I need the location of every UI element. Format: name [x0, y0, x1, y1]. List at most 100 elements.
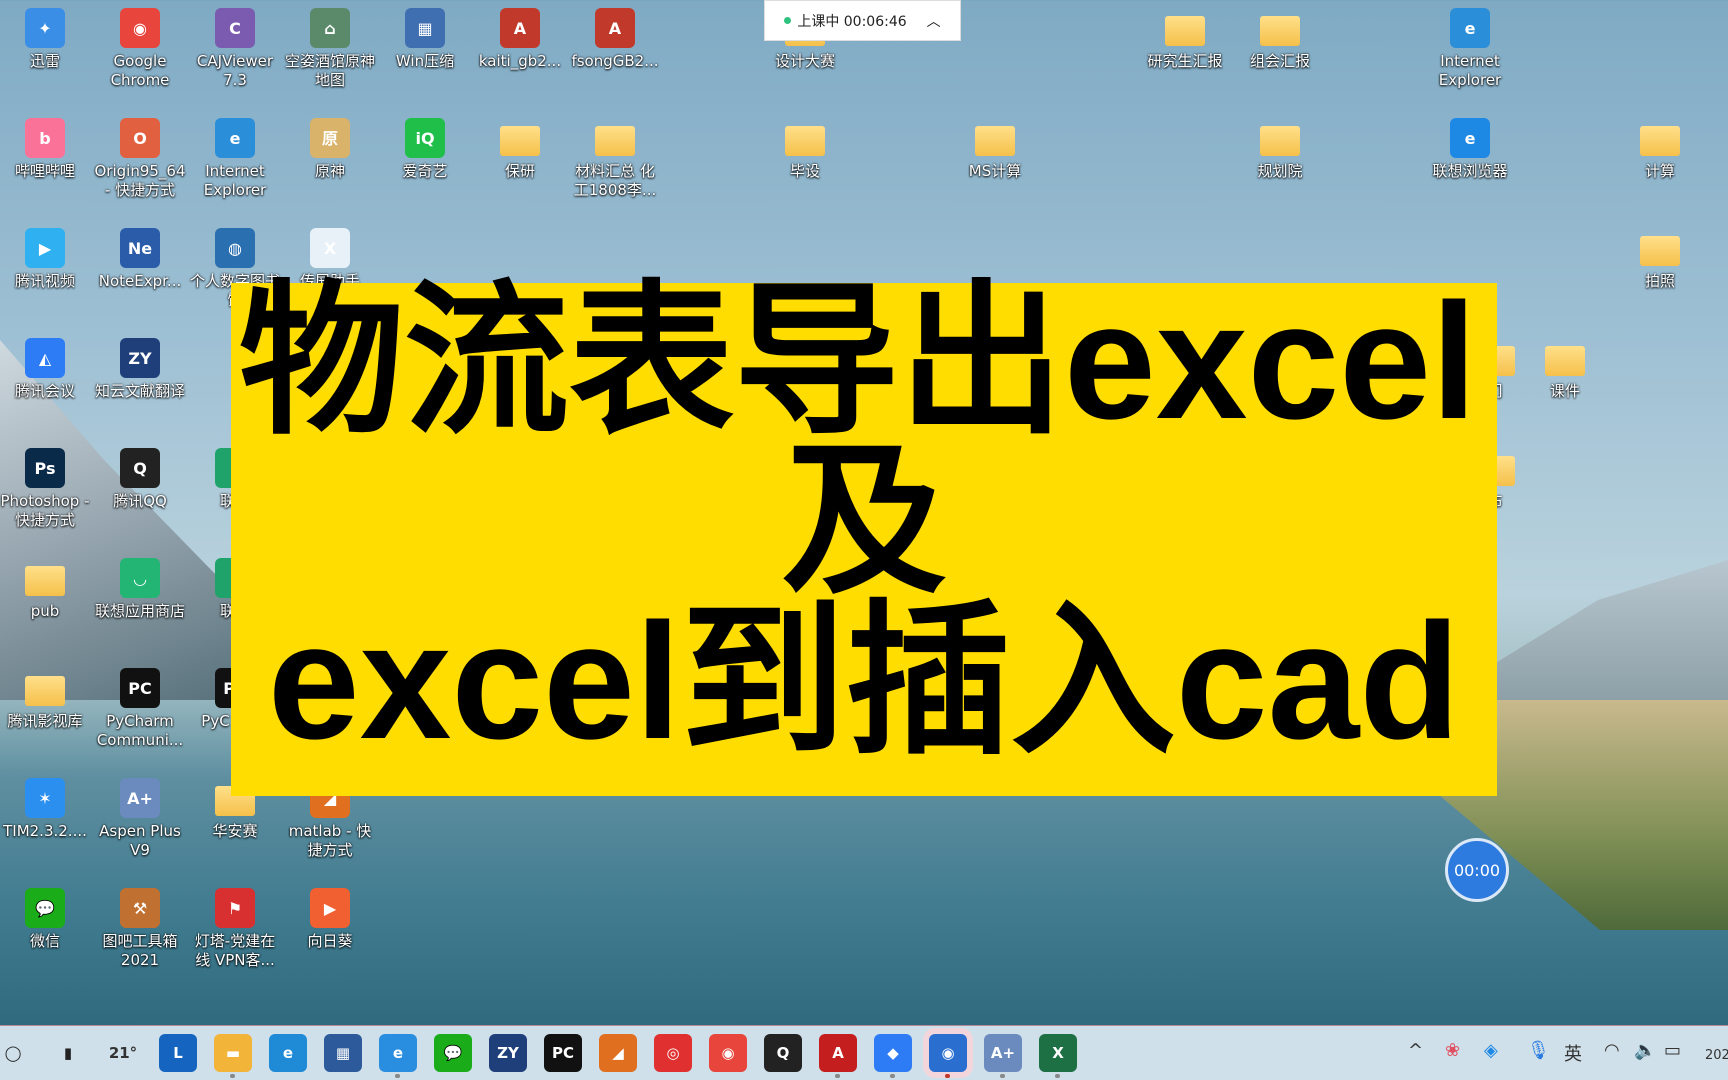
desktop-icon[interactable]: ◉ Google Chrome — [93, 8, 187, 90]
app-icon: e — [1450, 118, 1490, 158]
desktop-icon[interactable]: ▶ 腾讯视频 — [0, 228, 92, 291]
title-banner: 物流表导出excel 及 excel到插入cad — [231, 279, 1497, 796]
folder-icon — [595, 126, 635, 156]
desktop-icon[interactable]: AfsongGB2... — [568, 8, 662, 71]
desktop-icon[interactable]: O Origin95_64 - 快捷方式 — [93, 118, 187, 200]
desktop-icon[interactable]: ✦ 迅雷 — [0, 8, 92, 71]
desktop-icon[interactable]: 保研 — [473, 118, 567, 181]
desktop-icon[interactable]: ◡ 联想应用商店 — [93, 558, 187, 621]
battery-icon[interactable]: ▭ — [1664, 1040, 1681, 1061]
microphone-icon[interactable]: 🎙 — [1527, 1040, 1550, 1061]
desktop-icon-label: 向日葵 — [307, 932, 353, 950]
taskbar-glyph: e — [282, 1044, 294, 1062]
folder-icon — [1165, 16, 1205, 46]
taskbar-qq-icon[interactable]: Q — [764, 1034, 802, 1072]
app-icon: O — [120, 118, 160, 158]
folder-icon — [975, 126, 1015, 156]
taskbar-glyph: ◢ — [612, 1044, 624, 1062]
desktop-icon-label: 腾讯QQ — [113, 492, 167, 510]
taskbar-classroom-icon[interactable]: ◉ — [929, 1034, 967, 1078]
desktop-icon[interactable]: 腾讯影视库 — [0, 668, 92, 731]
desktop-icon[interactable]: Ps Photoshop - 快捷方式 — [0, 448, 92, 530]
tray-app-icon[interactable]: ❀ — [1445, 1040, 1460, 1061]
desktop-icon[interactable]: ◭ 腾讯会议 — [0, 338, 92, 401]
desktop-icon[interactable]: Ne NoteExpr... — [93, 228, 187, 291]
taskbar-file-explorer-icon[interactable]: ▬ — [214, 1034, 252, 1078]
desktop-icon-label: 腾讯视频 — [14, 272, 75, 290]
desktop-icon-label: NoteExpr... — [98, 272, 182, 290]
desktop-icon[interactable]: iQ 爱奇艺 — [378, 118, 472, 181]
desktop-icon[interactable]: 组会汇报 — [1233, 8, 1327, 71]
desktop-icon[interactable]: e 联想浏览器 — [1423, 118, 1517, 181]
taskbar-lenovo-icon[interactable]: L — [159, 1034, 197, 1072]
desktop-icon[interactable]: e Internet Explorer — [1423, 8, 1517, 90]
desktop-icon[interactable]: 研究生汇报 — [1138, 8, 1232, 71]
clock[interactable]: 202 — [1705, 1048, 1728, 1063]
taskbar-glyph: ▮ — [63, 1044, 73, 1062]
timer-button[interactable]: 00:00 — [1445, 838, 1509, 902]
recording-status-pill[interactable]: 上课中 00:06:46 ︿ — [764, 0, 961, 41]
taskbar-glyph: A — [832, 1044, 844, 1062]
desktop-icon[interactable]: pub — [0, 558, 92, 621]
chevron-up-icon[interactable]: ︿ — [927, 11, 941, 31]
desktop-icon[interactable]: 课件 — [1518, 338, 1612, 401]
taskbar-excel-icon[interactable]: X — [1039, 1034, 1077, 1078]
taskbar-search-icon[interactable]: ◯ — [0, 1034, 32, 1072]
volume-icon[interactable]: 🔈 — [1634, 1040, 1656, 1061]
desktop-icon[interactable]: ▶ 向日葵 — [283, 888, 377, 951]
desktop-icon[interactable]: 规划院 — [1233, 118, 1327, 181]
desktop-icon[interactable]: A+ Aspen Plus V9 — [93, 778, 187, 860]
desktop-icon[interactable]: ⚑ 灯塔-党建在线 VPN客... — [188, 888, 282, 970]
desktop-icon[interactable]: MS计算 — [948, 118, 1042, 181]
ime-indicator[interactable]: 英 — [1564, 1040, 1582, 1066]
desktop-icon[interactable]: ✶ TIM2.3.2.... — [0, 778, 92, 841]
desktop-icon-label: MS计算 — [968, 162, 1022, 180]
taskbar-matlab-icon[interactable]: ◢ — [599, 1034, 637, 1072]
taskbar-netease-music-icon[interactable]: ◎ — [654, 1034, 692, 1072]
desktop-icon-label: Internet Explorer — [1438, 52, 1502, 89]
app-icon: A+ — [120, 778, 160, 818]
taskbar-wechat-icon[interactable]: 💬 — [434, 1034, 472, 1072]
desktop-icon[interactable]: 原原神 — [283, 118, 377, 181]
desktop-icon[interactable]: ZY 知云文献翻译 — [93, 338, 187, 401]
taskbar-weather-icon[interactable]: 21° — [104, 1034, 142, 1072]
desktop-icon[interactable]: ▦ Win压缩 — [378, 8, 472, 71]
app-icon: ▶ — [310, 888, 350, 928]
running-indicator — [230, 1074, 235, 1078]
desktop-icon[interactable]: ⌂ 空姿酒馆原神地图 — [283, 8, 377, 90]
desktop-icon[interactable]: 计算 — [1613, 118, 1707, 181]
desktop-icon-label: 课件 — [1549, 382, 1580, 400]
taskbar-edge-icon[interactable]: e — [269, 1034, 307, 1072]
wifi-icon[interactable]: ◠ — [1604, 1040, 1620, 1061]
taskbar-acrobat-icon[interactable]: A — [819, 1034, 857, 1078]
desktop-icon[interactable]: 毕设 — [758, 118, 852, 181]
desktop-icon[interactable]: e Internet Explorer — [188, 118, 282, 200]
desktop-icon-label: 毕设 — [789, 162, 820, 180]
taskbar-chrome-icon[interactable]: ◉ — [709, 1034, 747, 1072]
taskbar-aspen-icon[interactable]: A+ — [984, 1034, 1022, 1078]
running-indicator — [835, 1074, 840, 1078]
desktop-icon-label: 灯塔-党建在线 VPN客... — [194, 932, 276, 969]
taskbar-pycharm-icon[interactable]: PC — [544, 1034, 582, 1072]
desktop-icon-label: matlab - 快捷方式 — [288, 822, 372, 859]
desktop-icon[interactable]: PC PyCharm Communi... — [93, 668, 187, 750]
taskbar-zhiyun-icon[interactable]: ZY — [489, 1034, 527, 1072]
taskbar-lenovo-browser-icon[interactable]: e — [379, 1034, 417, 1078]
desktop-icon[interactable]: Akaiti_gb2... — [473, 8, 567, 71]
taskbar-store-icon[interactable]: ▦ — [324, 1034, 362, 1072]
desktop-icon[interactable]: 💬 微信 — [0, 888, 92, 951]
app-icon: A — [595, 8, 635, 48]
show-hidden-icons-chevron[interactable]: ^ — [1408, 1040, 1423, 1061]
desktop-icon[interactable]: b 哔哩哔哩 — [0, 118, 92, 181]
desktop-icon[interactable]: C CAJViewer 7.3 — [188, 8, 282, 90]
taskbar-feishu-icon[interactable]: ◆ — [874, 1034, 912, 1078]
desktop-icon[interactable]: Q 腾讯QQ — [93, 448, 187, 511]
desktop-icon[interactable]: 材料汇总 化工1808李... — [568, 118, 662, 200]
tray-security-icon[interactable]: ◈ — [1484, 1040, 1498, 1061]
app-icon: ▦ — [405, 8, 445, 48]
taskbar-task-view-icon[interactable]: ▮ — [49, 1034, 87, 1072]
desktop-icon[interactable]: ⚒ 图吧工具箱 2021 — [93, 888, 187, 970]
desktop-icon-label: 知云文献翻译 — [94, 382, 185, 400]
desktop-icon[interactable]: 拍照 — [1613, 228, 1707, 291]
desktop-icon-label: Win压缩 — [395, 52, 455, 70]
